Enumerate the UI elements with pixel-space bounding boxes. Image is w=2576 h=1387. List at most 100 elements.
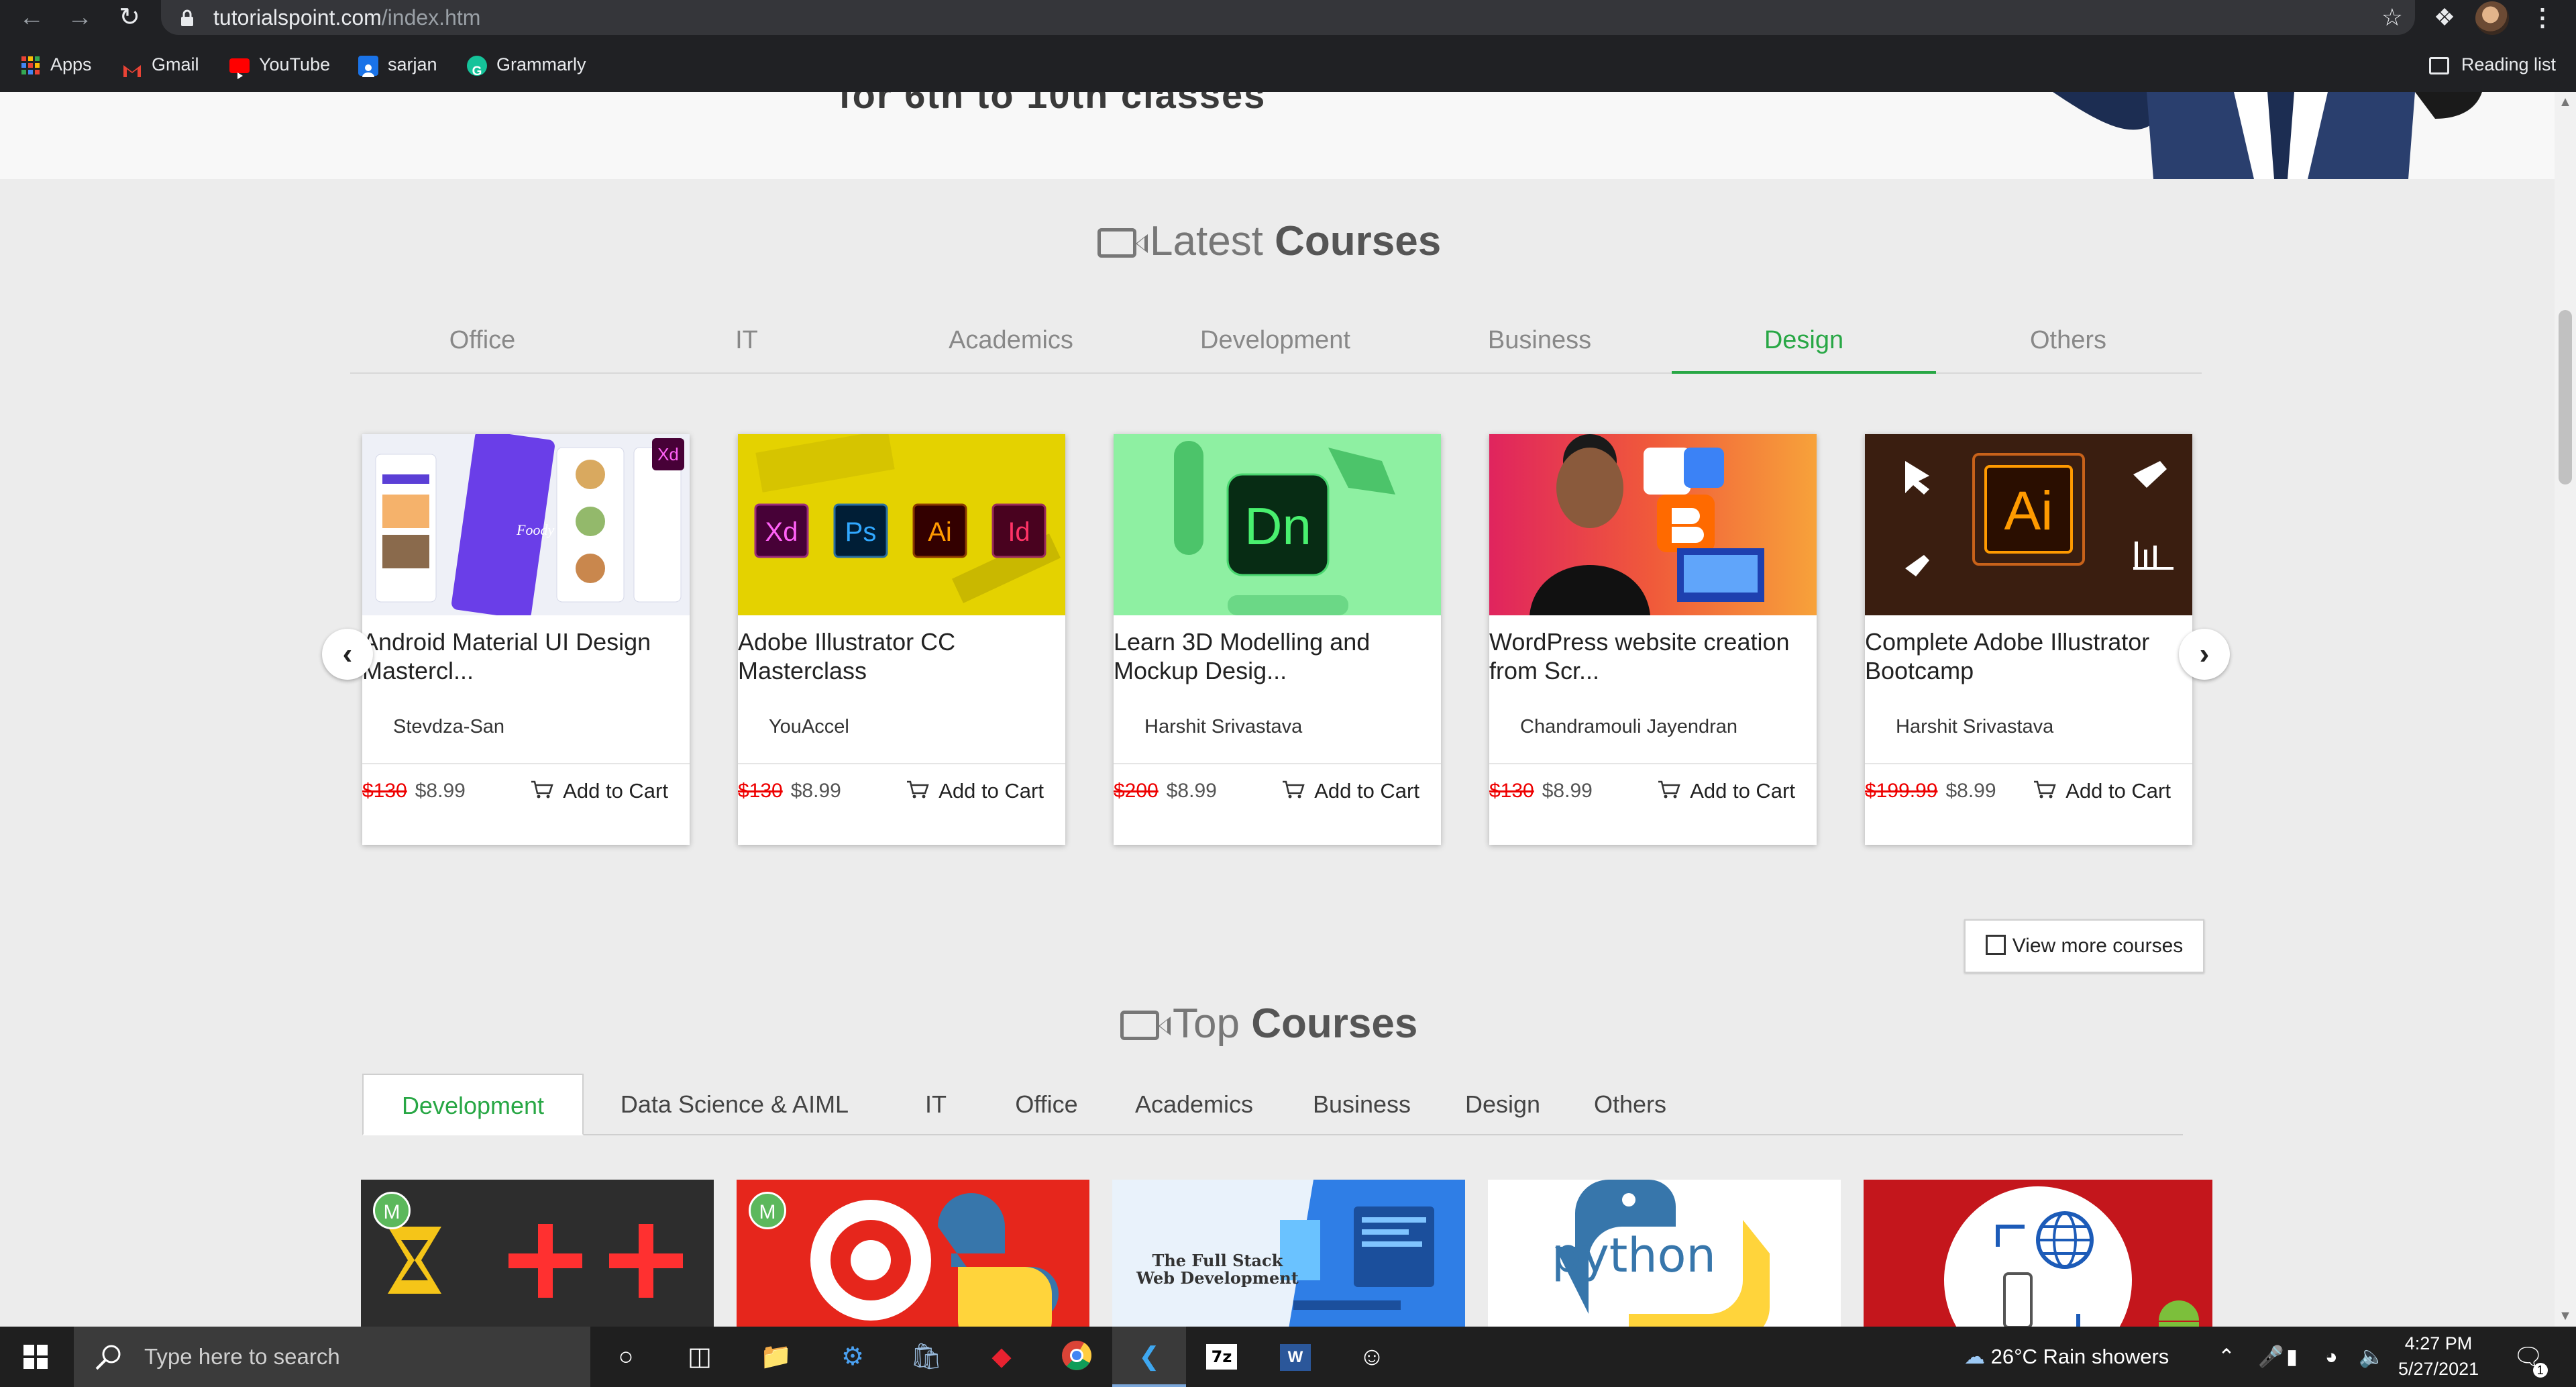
tab-data-science-aiml[interactable]: Data Science & AIML xyxy=(594,1074,875,1135)
7zip-icon[interactable]: 7z xyxy=(1206,1339,1242,1375)
microsoft-store-icon[interactable]: 🛍 xyxy=(908,1339,945,1375)
tab-others[interactable]: Others xyxy=(1570,1074,1690,1135)
chrome-taskbar-icon[interactable] xyxy=(1059,1339,1095,1375)
show-hidden-icons-chevron-icon[interactable]: ⌃ xyxy=(2218,1327,2235,1387)
taskbar-clock[interactable]: 4:27 PM 5/27/2021 xyxy=(2398,1331,2479,1382)
task-view-icon[interactable]: ◫ xyxy=(682,1339,718,1375)
taskbar-search-box[interactable]: Type here to search xyxy=(74,1327,590,1387)
cortana-icon[interactable]: ○ xyxy=(608,1339,644,1375)
instructor-badge: M xyxy=(373,1192,411,1229)
microphone-icon[interactable]: 🎤 xyxy=(2258,1327,2284,1387)
view-more-courses-button[interactable]: View more courses xyxy=(1964,919,2204,973)
app-red-diamond-icon[interactable]: ◆ xyxy=(983,1339,1020,1375)
bookmark-youtube[interactable]: YouTube xyxy=(229,46,330,83)
wifi-icon[interactable]: ◕ xyxy=(2325,1327,2338,1387)
tab-office[interactable]: Office xyxy=(993,1074,1100,1135)
notifications-icon[interactable]: 🗨 1 xyxy=(2513,1327,2548,1387)
clock-date: 5/27/2021 xyxy=(2398,1359,2479,1379)
reading-list-button[interactable]: Reading list xyxy=(2428,46,2556,83)
back-button[interactable]: ← xyxy=(8,0,55,35)
course-thumbnail-dimension: Dn xyxy=(1114,434,1441,615)
course-card[interactable]: Xd Ps Ai Id Adobe Illustrator CC Masterc… xyxy=(738,434,1065,845)
scrollbar-thumb[interactable] xyxy=(2559,310,2572,484)
tab-academics[interactable]: Academics xyxy=(879,307,1143,374)
tab-design[interactable]: Design xyxy=(1672,307,1936,374)
course-author: Harshit Srivastava xyxy=(1896,716,2054,737)
volume-icon[interactable]: 🔈 xyxy=(2359,1327,2385,1387)
video-camera-icon xyxy=(1097,228,1148,258)
vscode-taskbar-button[interactable]: ❮ xyxy=(1112,1327,1186,1387)
youtube-icon xyxy=(229,58,250,79)
tab-business[interactable]: Business xyxy=(1288,1074,1436,1135)
bookmark-sarjan[interactable]: sarjan xyxy=(358,46,437,83)
course-price: $130 $8.99 xyxy=(362,780,466,802)
course-thumbnail-adobe-illustrator-cc: Xd Ps Ai Id xyxy=(738,434,1065,615)
course-title[interactable]: Adobe Illustrator CC Masterclass xyxy=(738,627,1053,685)
profile-avatar[interactable] xyxy=(2475,1,2509,35)
windows-start-icon[interactable] xyxy=(17,1339,54,1375)
course-card[interactable]: WordPress website creation from Scr... C… xyxy=(1489,434,1817,845)
chrome-menu-icon[interactable]: ⋮ xyxy=(2522,0,2563,35)
page-scrollbar[interactable]: ▲ ▼ xyxy=(2555,92,2576,1327)
tab-others[interactable]: Others xyxy=(1936,307,2200,374)
address-bar[interactable]: tutorialspoint.com/index.htm ☆ xyxy=(161,0,2415,35)
course-card[interactable]: Dn Learn 3D Modelling and Mockup Desig..… xyxy=(1114,434,1441,845)
word-icon[interactable]: W xyxy=(1280,1339,1316,1375)
weather-widget[interactable]: ☁ 26°C Rain showers xyxy=(1964,1327,2169,1387)
bookmark-star-icon[interactable]: ☆ xyxy=(2381,0,2403,35)
course-author: YouAccel xyxy=(769,716,849,737)
top-course-thumbnail-python-ml[interactable]: M xyxy=(737,1180,1089,1327)
smiley-feedback-icon[interactable]: ☺ xyxy=(1354,1339,1390,1375)
bookmark-gmail[interactable]: Gmail xyxy=(122,46,199,83)
top-course-thumbnail-cpp[interactable]: M xyxy=(361,1180,714,1327)
tab-development[interactable]: Development xyxy=(1143,307,1407,374)
cpp-logo-image xyxy=(388,1224,683,1298)
course-author: Harshit Srivastava xyxy=(1144,716,1303,737)
course-card[interactable]: Ai Complete Adobe Illustrator Bootcamp H… xyxy=(1865,434,2192,845)
external-link-icon xyxy=(1985,935,2006,955)
top-course-thumbnail-mobile-dev[interactable] xyxy=(1864,1180,2212,1327)
tab-development[interactable]: Development xyxy=(362,1074,584,1135)
tab-it[interactable]: IT xyxy=(614,307,879,374)
top-courses-title: Top Courses xyxy=(1120,997,1417,1051)
tab-office[interactable]: Office xyxy=(350,307,614,374)
course-author: Chandramouli Jayendran xyxy=(1520,716,1738,737)
reload-button[interactable]: ↻ xyxy=(106,0,153,35)
file-explorer-icon[interactable]: 📁 xyxy=(758,1339,794,1375)
course-title[interactable]: WordPress website creation from Scr... xyxy=(1489,627,1805,685)
carousel-prev-button[interactable]: ‹ xyxy=(322,629,373,680)
battery-icon[interactable]: ▮ xyxy=(2286,1327,2298,1387)
search-icon xyxy=(95,1345,121,1370)
add-to-cart-button[interactable]: Add to Cart xyxy=(1658,776,1795,806)
bookmark-apps[interactable]: Apps xyxy=(21,46,92,83)
scroll-down-arrow-icon[interactable]: ▼ xyxy=(2555,1308,2576,1324)
add-to-cart-button[interactable]: Add to Cart xyxy=(531,776,668,806)
card-divider xyxy=(1865,763,2192,764)
add-to-cart-button[interactable]: Add to Cart xyxy=(2033,776,2171,806)
python-idle-icon[interactable]: ⚙ xyxy=(835,1339,871,1375)
extensions-puzzle-icon[interactable]: ❖ xyxy=(2424,0,2465,35)
top-course-thumbnail-fullstack[interactable]: The Full Stack Web Development xyxy=(1112,1180,1465,1327)
tab-academics[interactable]: Academics xyxy=(1114,1074,1275,1135)
svg-text:Ai: Ai xyxy=(2004,480,2053,542)
clock-time: 4:27 PM xyxy=(2404,1333,2473,1353)
apps-grid-icon xyxy=(21,56,40,75)
course-title[interactable]: Android Material UI Design Mastercl... xyxy=(362,627,678,685)
carousel-next-button[interactable]: › xyxy=(2179,629,2230,680)
tab-business[interactable]: Business xyxy=(1407,307,1672,374)
add-to-cart-button[interactable]: Add to Cart xyxy=(1282,776,1419,806)
reading-list-icon xyxy=(2428,56,2449,74)
tab-design[interactable]: Design xyxy=(1449,1074,1556,1135)
bookmark-grammarly[interactable]: G Grammarly xyxy=(467,46,586,83)
course-title[interactable]: Complete Adobe Illustrator Bootcamp xyxy=(1865,627,2180,685)
top-course-thumbnail-python[interactable]: python xyxy=(1488,1180,1841,1327)
course-title[interactable]: Learn 3D Modelling and Mockup Desig... xyxy=(1114,627,1429,685)
browser-chrome: ← → ↻ tutorialspoint.com/index.htm ☆ ❖ ⋮… xyxy=(0,0,2576,92)
weather-text: 26°C Rain showers xyxy=(1990,1345,2169,1368)
scroll-up-arrow-icon[interactable]: ▲ xyxy=(2555,95,2576,110)
course-card[interactable]: Foody Xd Android Material UI Design Mast… xyxy=(362,434,690,845)
cart-icon xyxy=(1283,780,1305,799)
add-to-cart-button[interactable]: Add to Cart xyxy=(906,776,1044,806)
forward-button[interactable]: → xyxy=(56,0,103,35)
tab-it[interactable]: IT xyxy=(892,1074,979,1135)
